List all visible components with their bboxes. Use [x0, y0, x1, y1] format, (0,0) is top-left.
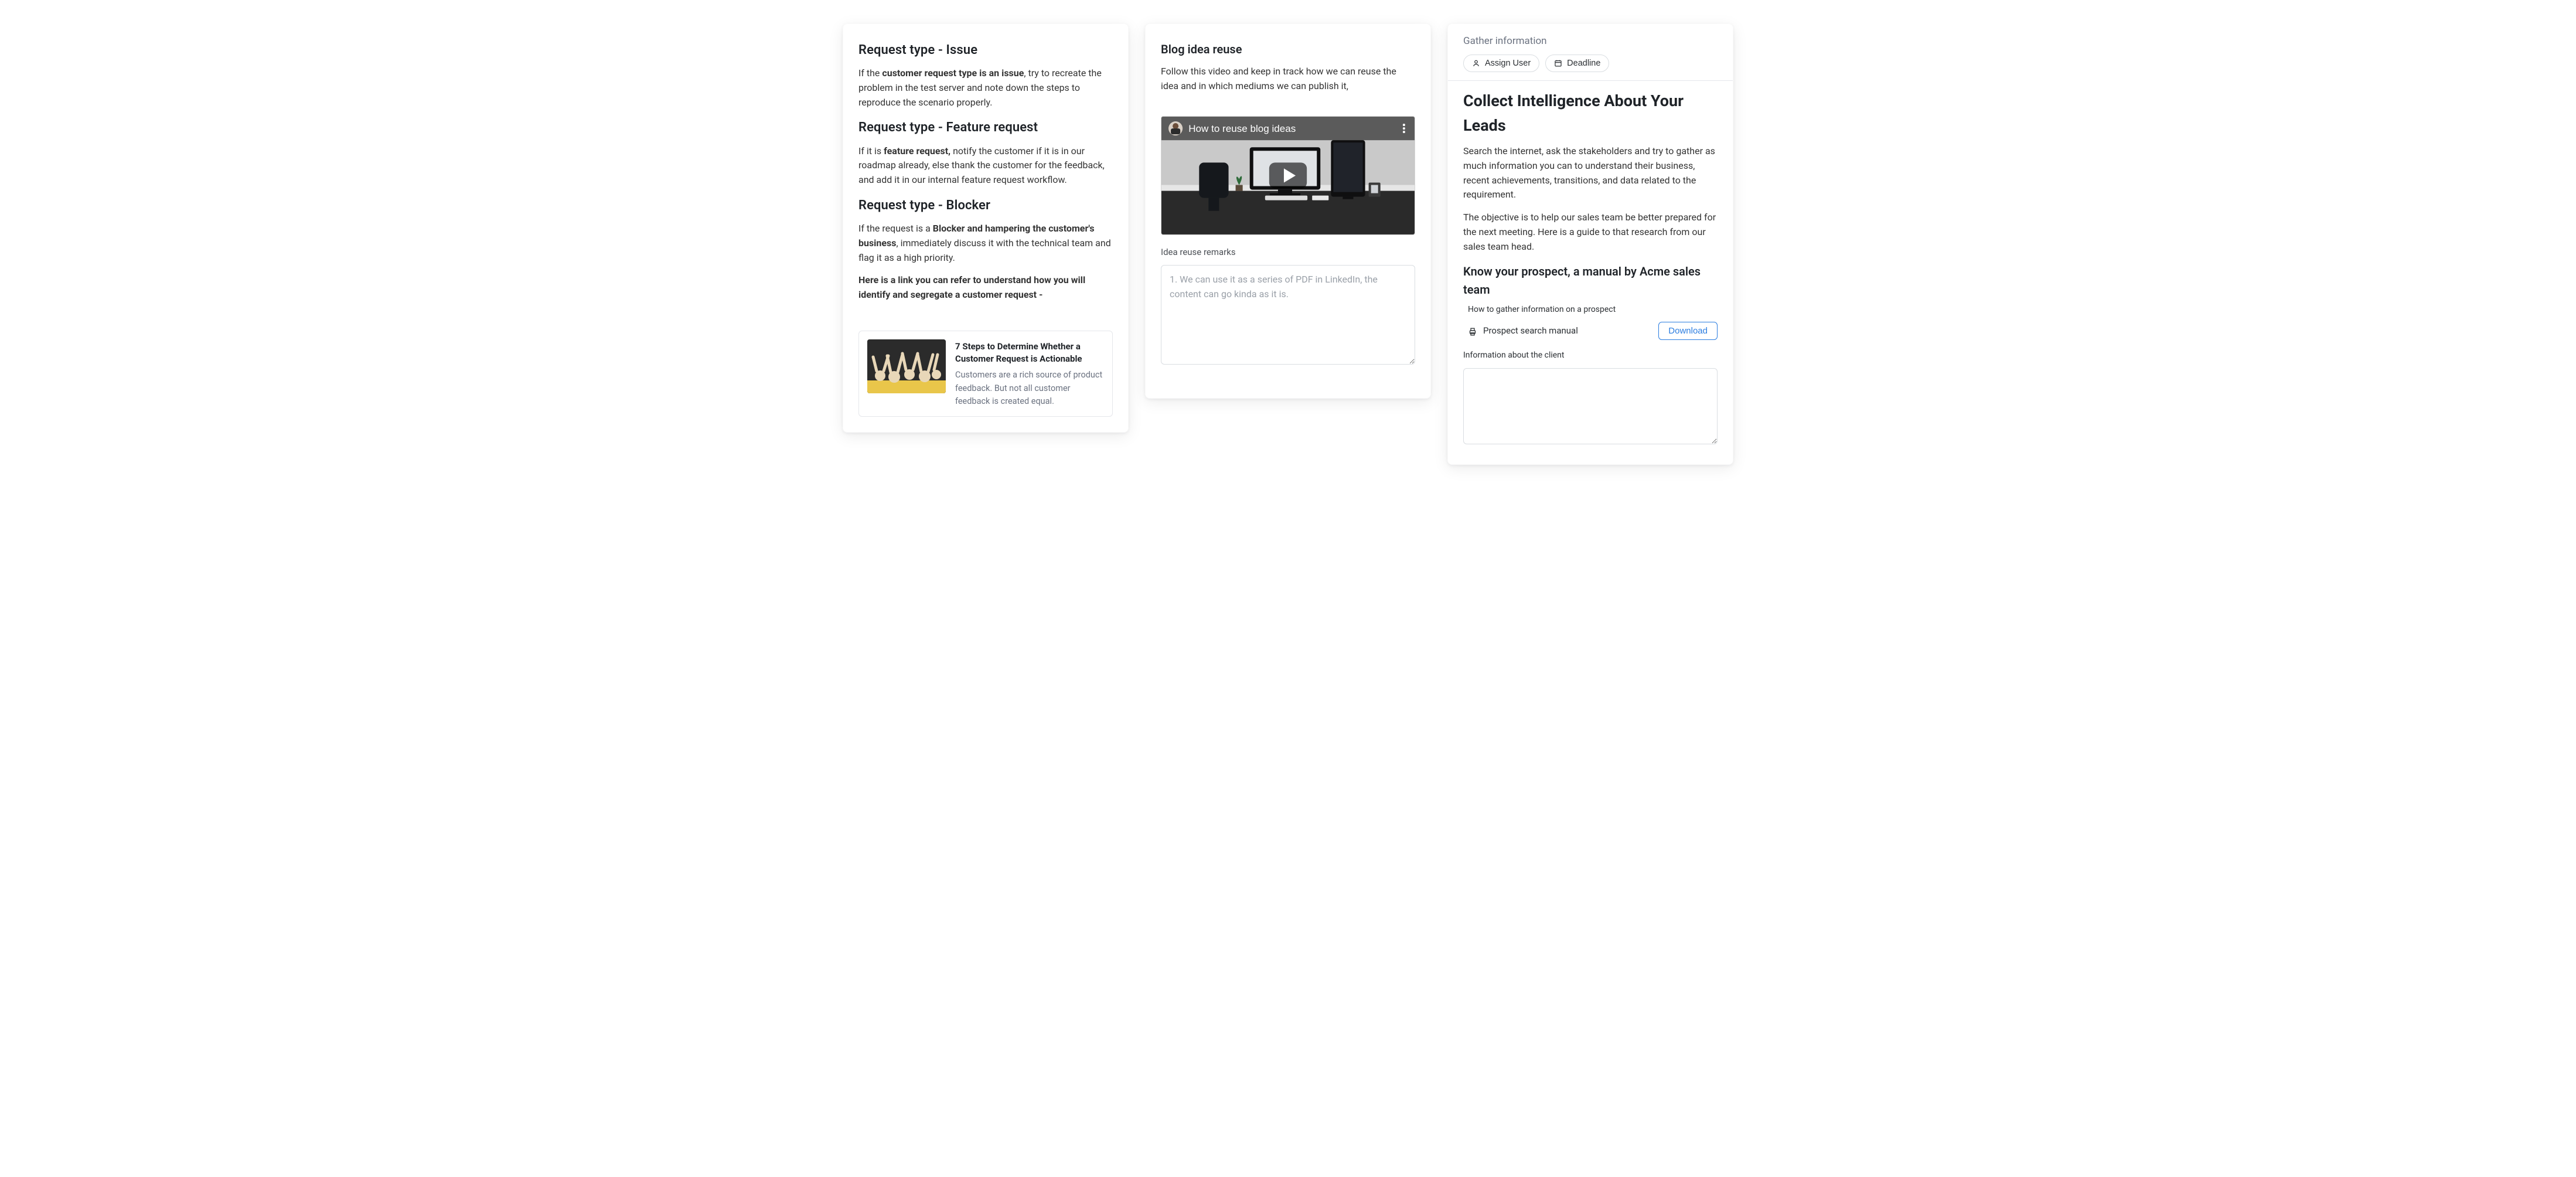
play-icon [1269, 162, 1307, 188]
subheading: Know your prospect, a manual by Acme sal… [1463, 263, 1718, 299]
card-request-types: Request type - Issue If the customer req… [843, 23, 1129, 433]
three-card-layout: Request type - Issue If the customer req… [831, 23, 1745, 488]
card-header: Gather information Assign User Deadline [1448, 24, 1733, 81]
text: If the request is a [858, 223, 933, 234]
header-actions: Assign User Deadline [1463, 55, 1718, 72]
file-info: Prospect search manual [1468, 324, 1578, 338]
paragraph-blocker: If the request is a Blocker and hamperin… [858, 222, 1113, 265]
client-info-textarea[interactable] [1463, 368, 1718, 444]
card-blog-idea-reuse: Blog idea reuse Follow this video and ke… [1145, 23, 1431, 399]
resource-description: Customers are a rich source of product f… [955, 369, 1104, 408]
text: If the [858, 67, 882, 79]
section-title: Gather information [1463, 33, 1718, 49]
page-title: Collect Intelligence About Your Leads [1463, 89, 1718, 138]
deadline-button[interactable]: Deadline [1545, 55, 1609, 72]
text: If it is [858, 145, 884, 157]
resource-thumbnail [867, 339, 946, 393]
card-title: Blog idea reuse [1161, 40, 1415, 59]
pill-label: Deadline [1567, 59, 1600, 68]
paragraph-link-note: Here is a link you can refer to understa… [858, 273, 1113, 302]
remarks-label: Idea reuse remarks [1161, 246, 1415, 259]
pill-label: Assign User [1485, 59, 1531, 68]
card-gather-information: Gather information Assign User Deadline … [1447, 23, 1733, 465]
heading-feature-request: Request type - Feature request [858, 118, 1113, 138]
card-intro: Follow this video and keep in track how … [1161, 64, 1415, 94]
paragraph-2: The objective is to help our sales team … [1463, 210, 1718, 254]
calendar-icon [1554, 59, 1562, 67]
text: , immediately discuss it with the techni… [858, 237, 1111, 263]
bold-text: customer request type is an issue [882, 67, 1024, 79]
paragraph-issue: If the customer request type is an issue… [858, 66, 1113, 110]
heading-blocker: Request type - Blocker [858, 196, 1113, 216]
info-label: Information about the client [1463, 349, 1718, 362]
heading-issue: Request type - Issue [858, 40, 1113, 60]
remarks-textarea[interactable] [1161, 265, 1415, 365]
user-icon [1472, 59, 1480, 67]
resource-text: 7 Steps to Determine Whether a Customer … [955, 339, 1104, 408]
resource-card[interactable]: 7 Steps to Determine Whether a Customer … [858, 331, 1113, 417]
file-name: Prospect search manual [1483, 324, 1578, 338]
video-embed[interactable]: How to reuse blog ideas [1161, 116, 1415, 235]
subnote: How to gather information on a prospect [1468, 304, 1718, 317]
resource-title: 7 Steps to Determine Whether a Customer … [955, 341, 1104, 365]
printer-icon [1468, 327, 1476, 335]
download-button[interactable]: Download [1658, 322, 1718, 340]
paragraph-1: Search the internet, ask the stakeholder… [1463, 144, 1718, 202]
assign-user-button[interactable]: Assign User [1463, 55, 1539, 72]
bold-text: feature request, [884, 145, 950, 157]
bold-text: Here is a link you can refer to understa… [858, 274, 1085, 300]
svg-text:How to reuse blog ideas: How to reuse blog ideas [1188, 123, 1296, 134]
file-attachment-row: Prospect search manual Download [1468, 322, 1718, 340]
paragraph-feature-request: If it is feature request, notify the cus… [858, 144, 1113, 188]
